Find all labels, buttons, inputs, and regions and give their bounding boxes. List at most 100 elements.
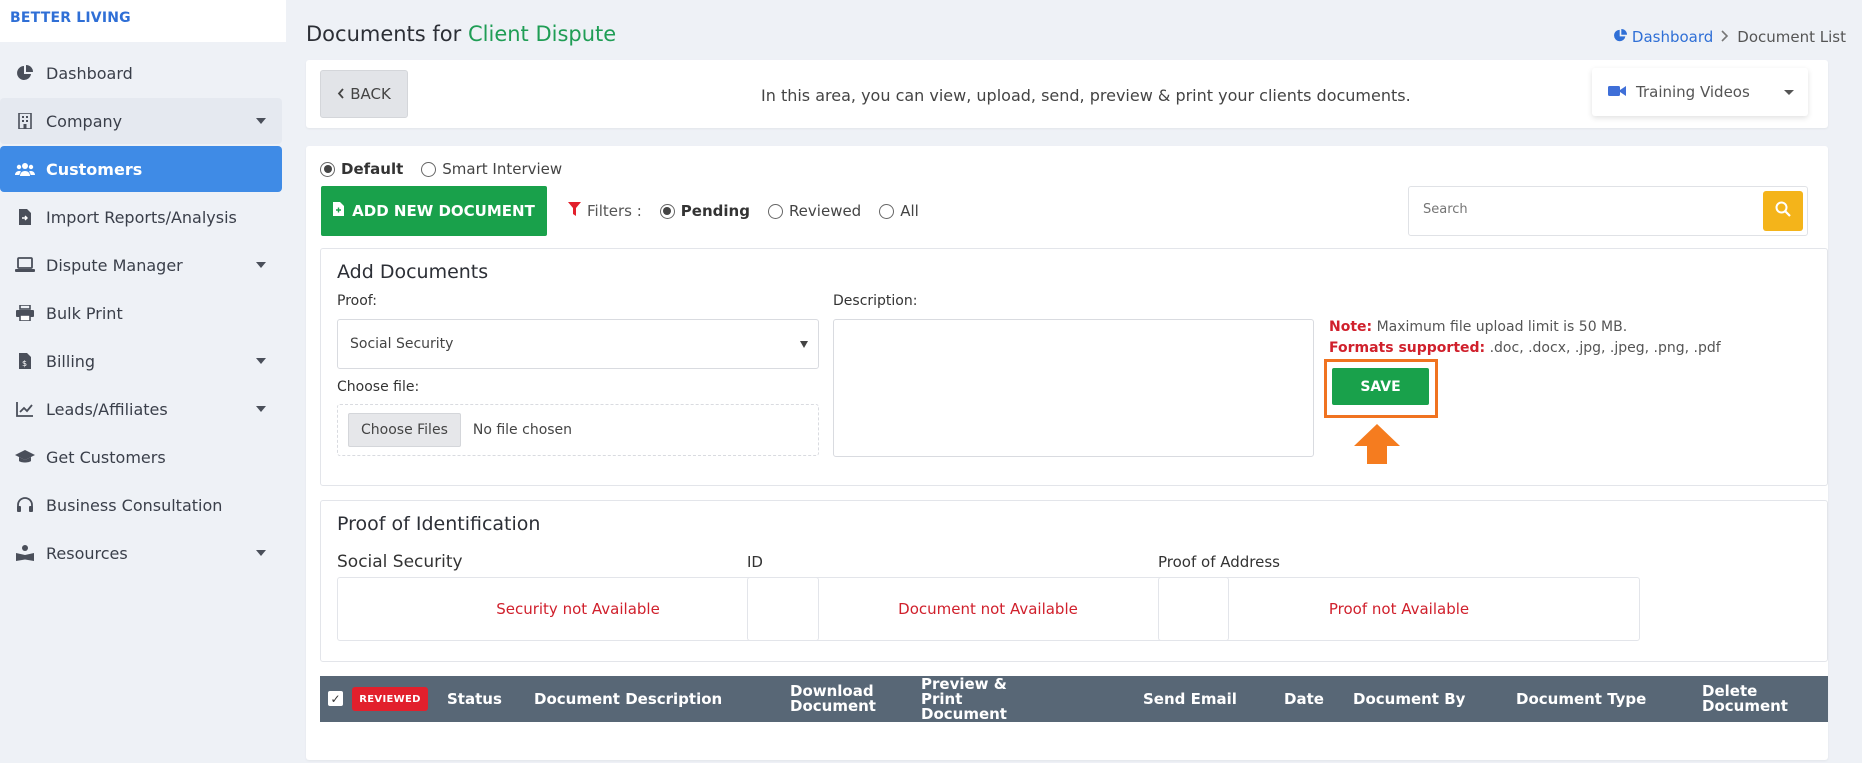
sidebar-item-label: Import Reports/Analysis bbox=[46, 207, 237, 227]
users-icon bbox=[14, 159, 36, 179]
filter-all-label: All bbox=[900, 202, 919, 220]
radio-unchecked-icon bbox=[767, 203, 783, 219]
sidebar-item-import-reports[interactable]: Import Reports/Analysis bbox=[0, 194, 282, 240]
file-import-icon bbox=[14, 207, 36, 227]
chevron-down-icon bbox=[1784, 90, 1794, 95]
proof-label: Proof: bbox=[337, 293, 377, 309]
proof-of-address-status: Proof not Available bbox=[1158, 577, 1640, 641]
search-field-wrap bbox=[1408, 186, 1808, 236]
sidebar-item-get-customers[interactable]: Get Customers bbox=[0, 434, 282, 480]
select-all-checkbox[interactable]: ✓ bbox=[328, 691, 343, 706]
id-label: ID bbox=[747, 553, 763, 571]
breadcrumb-dashboard-link[interactable]: Dashboard bbox=[1613, 28, 1713, 46]
chevron-right-icon bbox=[1721, 28, 1729, 46]
note-text: Maximum file upload limit is 50 MB. bbox=[1376, 319, 1628, 335]
reviewed-button[interactable]: REVIEWED bbox=[352, 687, 428, 711]
choose-files-button[interactable]: Choose Files bbox=[348, 413, 461, 447]
sidebar-item-label: Leads/Affiliates bbox=[46, 399, 168, 419]
chevron-down-icon bbox=[256, 118, 266, 124]
file-icon bbox=[333, 202, 345, 220]
upload-note: Note: Maximum file upload limit is 50 MB… bbox=[1329, 317, 1721, 359]
filters-label: Filters : bbox=[587, 202, 642, 220]
page-title-client: Client Dispute bbox=[467, 22, 617, 46]
sidebar-item-label: Billing bbox=[46, 351, 96, 371]
proof-of-identification-section: Proof of Identification Social Security … bbox=[320, 500, 1828, 662]
search-icon bbox=[1775, 201, 1791, 221]
info-text: In this area, you can view, upload, send… bbox=[761, 86, 1411, 105]
filter-pending-radio[interactable]: Pending bbox=[659, 202, 750, 220]
breadcrumb: Dashboard Document List bbox=[1613, 28, 1846, 46]
sidebar-item-dispute-manager[interactable]: Dispute Manager bbox=[0, 242, 282, 288]
social-security-label: Social Security bbox=[337, 552, 463, 572]
proof-section-title: Proof of Identification bbox=[337, 513, 541, 535]
file-upload-input[interactable]: Choose Files No file chosen bbox=[337, 404, 819, 456]
headset-icon bbox=[14, 495, 36, 515]
proof-of-address-label: Proof of Address bbox=[1158, 553, 1280, 571]
mode-selector: Default Smart Interview bbox=[320, 160, 562, 178]
back-button-label: BACK bbox=[350, 85, 391, 103]
sidebar-nav: Dashboard Company Customers Import Repor… bbox=[0, 50, 286, 576]
documents-panel: Default Smart Interview ADD NEW DOCUMENT… bbox=[306, 146, 1828, 760]
column-download-document: Download Document bbox=[790, 682, 876, 715]
laptop-icon bbox=[14, 255, 36, 275]
chevron-down-icon bbox=[256, 358, 266, 364]
formats-label: Formats supported: bbox=[1329, 340, 1486, 356]
search-button[interactable] bbox=[1763, 191, 1803, 231]
arrow-up-icon bbox=[1354, 424, 1400, 468]
chevron-down-icon bbox=[256, 550, 266, 556]
sidebar-item-business-consultation[interactable]: Business Consultation bbox=[0, 482, 282, 528]
filter-all-radio[interactable]: All bbox=[879, 202, 919, 220]
brand-logo[interactable]: BETTER LIVING bbox=[0, 0, 286, 42]
sidebar-item-label: Get Customers bbox=[46, 447, 166, 467]
search-input[interactable] bbox=[1423, 202, 1723, 217]
page-title-prefix: Documents for bbox=[306, 22, 462, 46]
sidebar-item-dashboard[interactable]: Dashboard bbox=[0, 50, 282, 96]
column-document-type: Document Type bbox=[1516, 689, 1647, 708]
mode-default-radio[interactable]: Default bbox=[320, 160, 403, 178]
sidebar: BETTER LIVING Dashboard Company Customer… bbox=[0, 0, 286, 763]
graduation-cap-icon bbox=[14, 447, 36, 467]
sidebar-item-label: Dispute Manager bbox=[46, 255, 183, 275]
id-status: Document not Available bbox=[747, 577, 1229, 641]
add-documents-section: Add Documents Proof: Social Security Cho… bbox=[320, 248, 1828, 486]
formats-text: .doc, .docx, .jpg, .jpeg, .png, .pdf bbox=[1489, 340, 1721, 356]
line-chart-icon bbox=[14, 399, 36, 419]
training-videos-dropdown[interactable]: Training Videos bbox=[1592, 68, 1808, 116]
top-action-bar: BACK In this area, you can view, upload,… bbox=[306, 60, 1828, 128]
filter-reviewed-label: Reviewed bbox=[788, 202, 862, 220]
add-new-document-button[interactable]: ADD NEW DOCUMENT bbox=[321, 186, 547, 236]
save-button[interactable]: SAVE bbox=[1332, 368, 1429, 405]
description-label: Description: bbox=[833, 293, 918, 309]
sidebar-item-leads-affiliates[interactable]: Leads/Affiliates bbox=[0, 386, 282, 432]
add-new-document-label: ADD NEW DOCUMENT bbox=[352, 202, 535, 220]
sidebar-item-billing[interactable]: $ Billing bbox=[0, 338, 282, 384]
sidebar-item-customers[interactable]: Customers bbox=[0, 146, 282, 192]
sidebar-item-label: Customers bbox=[46, 159, 143, 179]
column-preview-print: Preview & Print Document bbox=[921, 674, 1007, 723]
sidebar-item-bulk-print[interactable]: Bulk Print bbox=[0, 290, 282, 336]
description-textarea[interactable] bbox=[833, 319, 1314, 457]
mode-smart-interview-radio[interactable]: Smart Interview bbox=[421, 160, 562, 178]
filter-funnel-icon bbox=[568, 202, 581, 220]
radio-unchecked-icon bbox=[421, 161, 437, 177]
svg-text:$: $ bbox=[22, 359, 27, 368]
printer-icon bbox=[14, 303, 36, 323]
sidebar-item-resources[interactable]: Resources bbox=[0, 530, 282, 576]
sidebar-item-label: Dashboard bbox=[46, 63, 133, 83]
chevron-down-icon bbox=[256, 406, 266, 412]
filter-reviewed-radio[interactable]: Reviewed bbox=[767, 202, 862, 220]
chevron-down-icon bbox=[256, 262, 266, 268]
proof-select-value: Social Security bbox=[350, 336, 454, 352]
sidebar-item-label: Bulk Print bbox=[46, 303, 123, 323]
sidebar-item-company[interactable]: Company bbox=[0, 98, 282, 144]
sidebar-item-label: Resources bbox=[46, 543, 128, 563]
pie-chart-icon bbox=[14, 63, 36, 83]
proof-select[interactable]: Social Security bbox=[337, 319, 819, 369]
back-button[interactable]: BACK bbox=[320, 70, 408, 118]
column-date: Date bbox=[1284, 689, 1324, 708]
sidebar-item-label: Company bbox=[46, 111, 123, 131]
file-status-text: No file chosen bbox=[472, 422, 573, 438]
radio-checked-icon bbox=[320, 161, 335, 177]
filters-group: Filters : Pending Reviewed All bbox=[568, 202, 919, 220]
choose-file-label: Choose file: bbox=[337, 379, 420, 395]
